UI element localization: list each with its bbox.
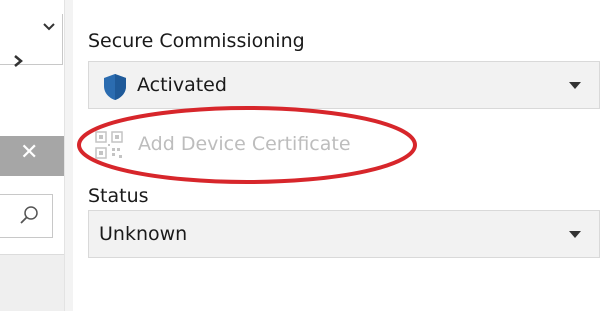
chevron-down-icon[interactable] (569, 231, 581, 238)
add-device-certificate-button[interactable]: Add Device Certificate (94, 128, 394, 162)
search-icon[interactable] (18, 204, 40, 226)
left-bottom-panel (0, 254, 64, 311)
shield-icon (104, 74, 126, 100)
close-icon[interactable]: ✕ (20, 140, 38, 165)
chevron-down-icon[interactable] (42, 20, 56, 34)
secure-commissioning-label: Secure Commissioning (88, 30, 305, 52)
status-value: Unknown (99, 223, 188, 245)
app-window: ✕ Secure Commissioning Activated Add Dev… (0, 0, 613, 311)
qr-code-icon (95, 131, 123, 159)
pane-splitter[interactable] (64, 0, 73, 311)
secure-commissioning-dropdown[interactable]: Activated (88, 61, 600, 109)
status-dropdown[interactable]: Unknown (88, 210, 600, 258)
secure-commissioning-value: Activated (137, 74, 227, 96)
status-label: Status (88, 185, 149, 207)
chevron-right-icon[interactable] (12, 54, 24, 68)
chevron-down-icon[interactable] (569, 82, 581, 89)
add-device-certificate-label: Add Device Certificate (138, 133, 351, 155)
